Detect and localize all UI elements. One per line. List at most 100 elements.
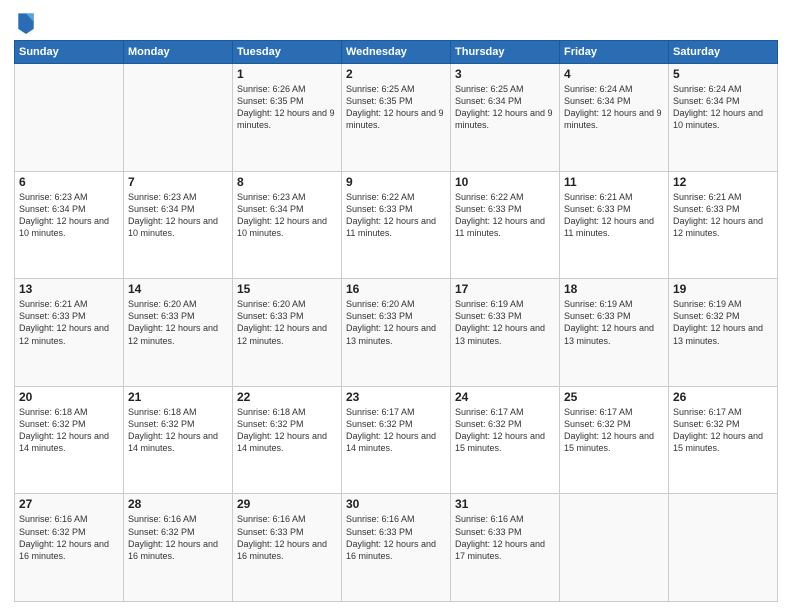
day-info: Sunrise: 6:18 AM Sunset: 6:32 PM Dayligh…: [128, 406, 228, 455]
calendar-cell: 9Sunrise: 6:22 AM Sunset: 6:33 PM Daylig…: [342, 171, 451, 279]
calendar-cell: 21 Sunrise: 6:18 AM Sunset: 6:32 PM Dayli…: [124, 386, 233, 494]
calendar-cell: 27 Sunrise: 6:16 AM Sunset: 6:32 PM Dayli…: [15, 494, 124, 602]
calendar-cell: 24Sunrise: 6:17 AM Sunset: 6:32 PM Dayli…: [451, 386, 560, 494]
day-number: 13: [19, 282, 119, 296]
weekday-header-friday: Friday: [560, 41, 669, 64]
day-info: Sunrise: 6:16 AM Sunset: 6:33 PM Dayligh…: [346, 513, 446, 562]
calendar-cell: 17 Sunrise: 6:19 AM Sunset: 6:33 PM Dayli…: [451, 279, 560, 387]
day-info: Sunrise: 6:24 AM Sunset: 6:34 PM Dayligh…: [564, 83, 664, 132]
calendar-cell: 15 Sunrise: 6:20 AM Sunset: 6:33 PM Dayli…: [233, 279, 342, 387]
day-info: Sunrise: 6:26 AM Sunset: 6:35 PM Dayligh…: [237, 83, 337, 132]
weekday-header-row: SundayMondayTuesdayWednesdayThursdayFrid…: [15, 41, 778, 64]
day-number: 23: [346, 390, 446, 404]
day-number: 2: [346, 67, 446, 81]
day-number: 18: [564, 282, 664, 296]
calendar-cell: 29 Sunrise: 6:16 AM Sunset: 6:33 PM Dayli…: [233, 494, 342, 602]
week-row-5: 27 Sunrise: 6:16 AM Sunset: 6:32 PM Dayli…: [15, 494, 778, 602]
day-number: 5: [673, 67, 773, 81]
day-number: 15: [237, 282, 337, 296]
day-info: Sunrise: 6:16 AM Sunset: 6:32 PM Dayligh…: [19, 513, 119, 562]
day-info: Sunrise: 6:24 AM Sunset: 6:34 PM Dayligh…: [673, 83, 773, 132]
day-number: 19: [673, 282, 773, 296]
day-number: 22: [237, 390, 337, 404]
day-info: Sunrise: 6:23 AM Sunset: 6:34 PM Dayligh…: [128, 191, 228, 240]
day-number: 25: [564, 390, 664, 404]
day-info: Sunrise: 6:16 AM Sunset: 6:33 PM Dayligh…: [455, 513, 555, 562]
day-number: 30: [346, 497, 446, 511]
calendar-cell: 25 Sunrise: 6:17 AM Sunset: 6:32 PM Dayli…: [560, 386, 669, 494]
calendar-cell: 28 Sunrise: 6:16 AM Sunset: 6:32 PM Dayli…: [124, 494, 233, 602]
calendar-cell: 20 Sunrise: 6:18 AM Sunset: 6:32 PM Dayli…: [15, 386, 124, 494]
weekday-header-sunday: Sunday: [15, 41, 124, 64]
weekday-header-thursday: Thursday: [451, 41, 560, 64]
day-info: Sunrise: 6:16 AM Sunset: 6:33 PM Dayligh…: [237, 513, 337, 562]
day-info: Sunrise: 6:21 AM Sunset: 6:33 PM Dayligh…: [19, 298, 119, 347]
day-number: 16: [346, 282, 446, 296]
day-info: Sunrise: 6:20 AM Sunset: 6:33 PM Dayligh…: [346, 298, 446, 347]
weekday-header-wednesday: Wednesday: [342, 41, 451, 64]
day-info: Sunrise: 6:18 AM Sunset: 6:32 PM Dayligh…: [19, 406, 119, 455]
day-number: 1: [237, 67, 337, 81]
day-number: 24: [455, 390, 555, 404]
week-row-4: 20 Sunrise: 6:18 AM Sunset: 6:32 PM Dayli…: [15, 386, 778, 494]
calendar-cell: [124, 64, 233, 172]
day-info: Sunrise: 6:19 AM Sunset: 6:33 PM Dayligh…: [564, 298, 664, 347]
day-number: 12: [673, 175, 773, 189]
week-row-2: 6Sunrise: 6:23 AM Sunset: 6:34 PM Daylig…: [15, 171, 778, 279]
calendar-cell: 7Sunrise: 6:23 AM Sunset: 6:34 PM Daylig…: [124, 171, 233, 279]
calendar-cell: 6Sunrise: 6:23 AM Sunset: 6:34 PM Daylig…: [15, 171, 124, 279]
day-info: Sunrise: 6:20 AM Sunset: 6:33 PM Dayligh…: [237, 298, 337, 347]
calendar-cell: 14 Sunrise: 6:20 AM Sunset: 6:33 PM Dayli…: [124, 279, 233, 387]
day-number: 28: [128, 497, 228, 511]
day-info: Sunrise: 6:17 AM Sunset: 6:32 PM Dayligh…: [564, 406, 664, 455]
day-info: Sunrise: 6:23 AM Sunset: 6:34 PM Dayligh…: [19, 191, 119, 240]
calendar-cell: [560, 494, 669, 602]
day-number: 4: [564, 67, 664, 81]
calendar-cell: 1 Sunrise: 6:26 AM Sunset: 6:35 PM Daylig…: [233, 64, 342, 172]
weekday-header-monday: Monday: [124, 41, 233, 64]
day-number: 17: [455, 282, 555, 296]
page: SundayMondayTuesdayWednesdayThursdayFrid…: [0, 0, 792, 612]
calendar-cell: 5 Sunrise: 6:24 AM Sunset: 6:34 PM Daylig…: [669, 64, 778, 172]
calendar-cell: 31 Sunrise: 6:16 AM Sunset: 6:33 PM Dayli…: [451, 494, 560, 602]
day-number: 8: [237, 175, 337, 189]
calendar-cell: 10 Sunrise: 6:22 AM Sunset: 6:33 PM Dayli…: [451, 171, 560, 279]
calendar-cell: 30 Sunrise: 6:16 AM Sunset: 6:33 PM Dayli…: [342, 494, 451, 602]
weekday-header-saturday: Saturday: [669, 41, 778, 64]
calendar-cell: 4 Sunrise: 6:24 AM Sunset: 6:34 PM Daylig…: [560, 64, 669, 172]
day-number: 10: [455, 175, 555, 189]
calendar-cell: 8 Sunrise: 6:23 AM Sunset: 6:34 PM Daylig…: [233, 171, 342, 279]
day-info: Sunrise: 6:23 AM Sunset: 6:34 PM Dayligh…: [237, 191, 337, 240]
calendar-cell: 16 Sunrise: 6:20 AM Sunset: 6:33 PM Dayli…: [342, 279, 451, 387]
day-number: 27: [19, 497, 119, 511]
day-number: 14: [128, 282, 228, 296]
day-number: 3: [455, 67, 555, 81]
logo-icon: [16, 10, 36, 34]
day-info: Sunrise: 6:20 AM Sunset: 6:33 PM Dayligh…: [128, 298, 228, 347]
day-number: 26: [673, 390, 773, 404]
day-info: Sunrise: 6:17 AM Sunset: 6:32 PM Dayligh…: [346, 406, 446, 455]
day-info: Sunrise: 6:21 AM Sunset: 6:33 PM Dayligh…: [673, 191, 773, 240]
day-info: Sunrise: 6:19 AM Sunset: 6:33 PM Dayligh…: [455, 298, 555, 347]
calendar-table: SundayMondayTuesdayWednesdayThursdayFrid…: [14, 40, 778, 602]
day-number: 11: [564, 175, 664, 189]
day-info: Sunrise: 6:17 AM Sunset: 6:32 PM Dayligh…: [673, 406, 773, 455]
weekday-header-tuesday: Tuesday: [233, 41, 342, 64]
calendar-cell: 26 Sunrise: 6:17 AM Sunset: 6:32 PM Dayli…: [669, 386, 778, 494]
calendar-cell: 2Sunrise: 6:25 AM Sunset: 6:35 PM Daylig…: [342, 64, 451, 172]
day-info: Sunrise: 6:22 AM Sunset: 6:33 PM Dayligh…: [455, 191, 555, 240]
day-info: Sunrise: 6:21 AM Sunset: 6:33 PM Dayligh…: [564, 191, 664, 240]
day-number: 20: [19, 390, 119, 404]
day-number: 31: [455, 497, 555, 511]
calendar-cell: 23 Sunrise: 6:17 AM Sunset: 6:32 PM Dayli…: [342, 386, 451, 494]
calendar-cell: [15, 64, 124, 172]
calendar-cell: 12 Sunrise: 6:21 AM Sunset: 6:33 PM Dayli…: [669, 171, 778, 279]
logo: [14, 10, 38, 34]
header: [14, 10, 778, 34]
calendar-cell: 13 Sunrise: 6:21 AM Sunset: 6:33 PM Dayli…: [15, 279, 124, 387]
week-row-3: 13 Sunrise: 6:21 AM Sunset: 6:33 PM Dayli…: [15, 279, 778, 387]
day-number: 29: [237, 497, 337, 511]
day-number: 21: [128, 390, 228, 404]
day-info: Sunrise: 6:22 AM Sunset: 6:33 PM Dayligh…: [346, 191, 446, 240]
day-info: Sunrise: 6:16 AM Sunset: 6:32 PM Dayligh…: [128, 513, 228, 562]
